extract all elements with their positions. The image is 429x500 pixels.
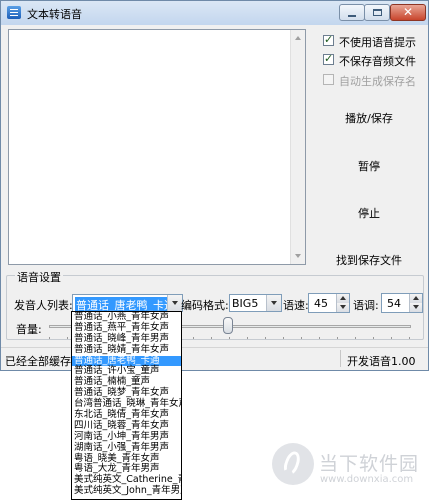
pitch-label: 语调: (353, 299, 379, 312)
speaker-select[interactable]: 普通话_唐老鸭_卡通 (72, 294, 183, 313)
speaker-option[interactable]: 普通话_晓婧_青年女声 (72, 344, 181, 356)
minimize-icon (348, 15, 356, 17)
status-message: 已经全部缓存! (5, 355, 76, 368)
pitch-value: 54 (387, 297, 401, 310)
title-bar[interactable]: 文本转语音 ✕ (1, 1, 428, 25)
volume-label: 音量: (16, 323, 42, 336)
window-title: 文本转语音 (27, 8, 82, 21)
close-button[interactable]: ✕ (390, 4, 426, 21)
status-version: 开发语音1.00 (347, 355, 416, 368)
decrement-icon[interactable] (336, 303, 349, 312)
watermark-logo-icon (272, 443, 314, 485)
app-icon (7, 6, 21, 19)
minimize-button[interactable] (339, 4, 365, 21)
encoding-label: 编码格式: (181, 299, 229, 312)
increment-icon[interactable] (409, 294, 422, 303)
find-saved-file-button[interactable]: 找到保存文件 (332, 252, 406, 268)
checkbox-checked-icon[interactable] (323, 52, 334, 65)
decrement-icon[interactable] (409, 303, 422, 312)
maximize-button[interactable] (364, 4, 390, 21)
speaker-option[interactable]: 湖南话_小强_青年男声 (72, 442, 181, 454)
scroll-up-arrow-icon[interactable] (295, 36, 301, 40)
encoding-select-value: BIG5 (232, 297, 259, 310)
chevron-down-icon[interactable] (266, 295, 281, 311)
close-icon: ✕ (402, 5, 414, 19)
speed-label: 语速: (283, 299, 309, 312)
pitch-spinner[interactable]: 54 (381, 293, 423, 313)
option-label: 不使用语音提示 (339, 36, 416, 49)
text-area-scrollbar[interactable] (290, 30, 305, 264)
status-divider (340, 350, 341, 367)
chevron-down-icon[interactable] (167, 295, 182, 311)
checkbox-checked-icon[interactable] (323, 33, 334, 46)
watermark-title: 当下软件园 (319, 453, 420, 475)
scroll-down-arrow-icon[interactable] (295, 254, 301, 258)
speaker-list-label: 发音人列表: (14, 299, 73, 312)
voice-settings-label: 语音设置 (15, 269, 63, 285)
status-bar: 已经全部缓存! 开发语音1.00 (1, 347, 428, 370)
speed-spinner[interactable]: 45 (308, 293, 350, 313)
play-save-button[interactable]: 播放/保存 (338, 110, 400, 126)
option-label: 自动生成保存名 (339, 75, 416, 88)
speaker-dropdown-list[interactable]: 普通话_小燕_青年女声 普通话_燕平_青年女声 普通话_晓峰_青年男声 普通话_晓婧_… (71, 311, 182, 500)
checkbox-unchecked-icon (323, 74, 334, 85)
speaker-option[interactable]: 美式纯英文_John_青年男声 (72, 485, 181, 497)
stop-button[interactable]: 停止 (338, 205, 400, 221)
encoding-select[interactable]: BIG5 (229, 294, 282, 312)
pause-button[interactable]: 暂停 (338, 158, 400, 174)
volume-slider-thumb[interactable] (223, 317, 233, 334)
app-window: 文本转语音 ✕ 不使用语音提示 不保存音频文件 自动生成保存名 播放/保存 暂停… (0, 0, 429, 371)
option-label: 不保存音频文件 (339, 55, 416, 68)
text-input-area[interactable] (8, 29, 306, 265)
maximize-icon (373, 9, 382, 16)
speed-value: 45 (314, 297, 328, 310)
increment-icon[interactable] (336, 294, 349, 303)
watermark-url: www.downxia.com (320, 474, 414, 485)
